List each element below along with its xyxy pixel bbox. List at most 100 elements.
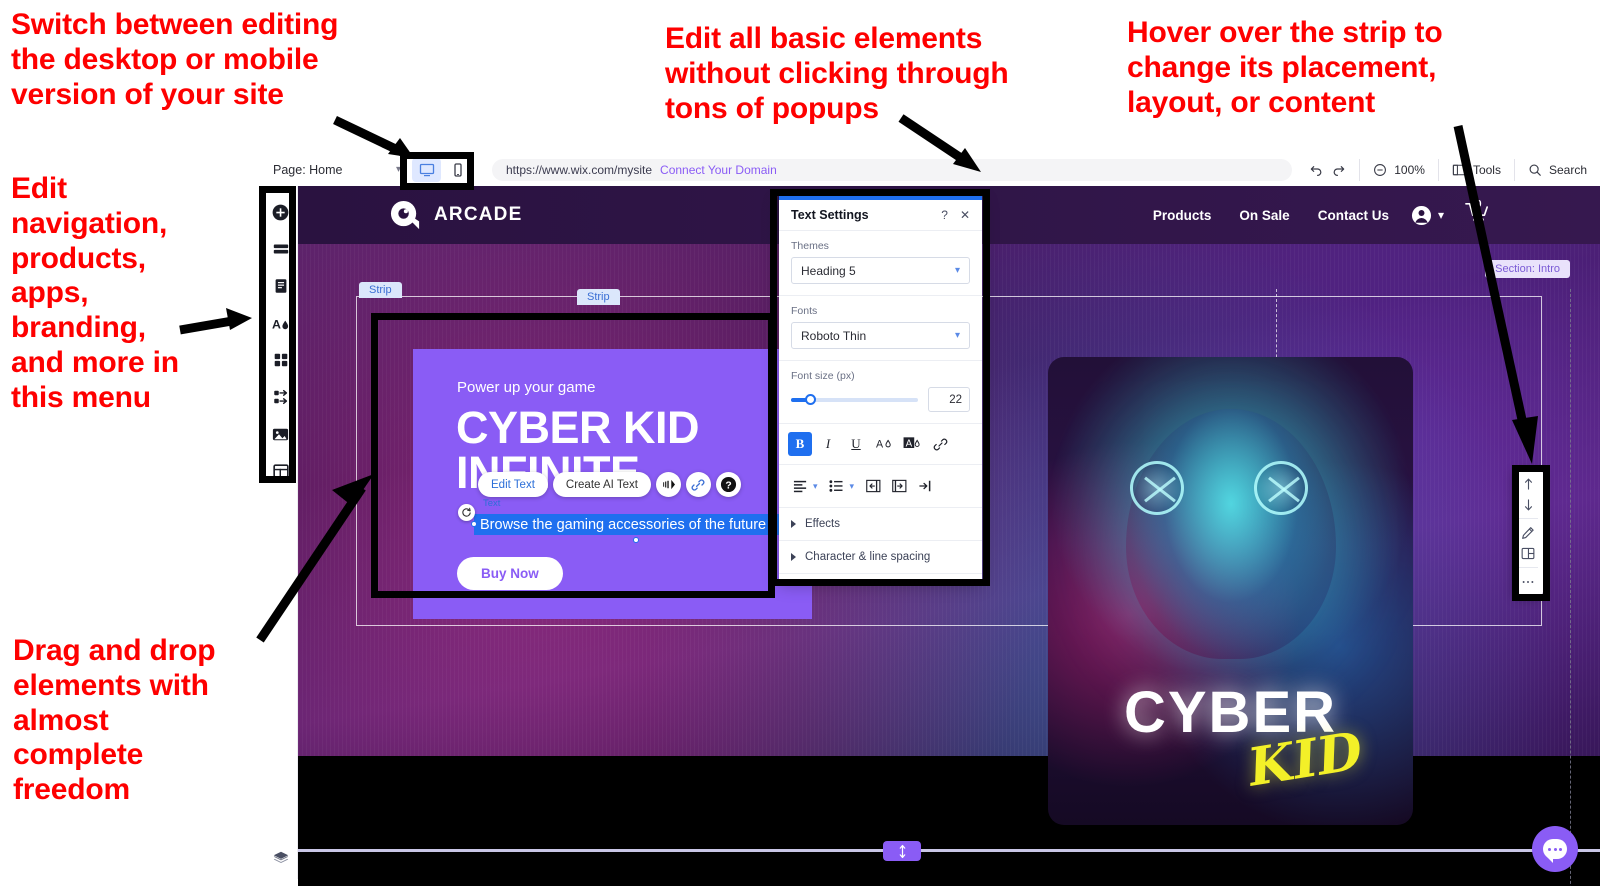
- site-nav: Products On Sale Contact Us: [1153, 208, 1389, 223]
- mobile-view-button[interactable]: [443, 158, 472, 182]
- pencil-icon[interactable]: [1515, 522, 1541, 543]
- cart-button[interactable]: 0: [1464, 199, 1490, 230]
- resize-vertical-icon[interactable]: [883, 841, 921, 861]
- help-icon[interactable]: ?: [715, 472, 741, 497]
- design-icon[interactable]: A: [271, 313, 291, 333]
- bullet-list-icon[interactable]: [825, 474, 849, 498]
- chevron-down-icon[interactable]: ▾: [813, 481, 818, 492]
- site-nav-item-contact-us[interactable]: Contact Us: [1318, 208, 1389, 223]
- themes-label: Themes: [791, 240, 829, 252]
- align-icon[interactable]: [788, 474, 812, 498]
- hero-eyebrow[interactable]: Power up your game: [457, 379, 595, 396]
- layers-icon[interactable]: [272, 849, 290, 872]
- phone-icon: [453, 162, 462, 177]
- annotation-edit-basic-elements: Edit all basic elements without clicking…: [665, 22, 1009, 125]
- tools-menu-button[interactable]: Tools: [1437, 158, 1514, 181]
- help-icon[interactable]: ?: [941, 208, 948, 222]
- media-icon[interactable]: [271, 424, 291, 444]
- zoom-out-icon[interactable]: [1373, 163, 1387, 177]
- svg-text:A: A: [906, 439, 913, 450]
- add-icon[interactable]: [271, 202, 291, 222]
- site-url-text: https://www.wix.com/mysite: [506, 162, 653, 177]
- section-tag[interactable]: Section: Intro: [1485, 260, 1570, 278]
- accordion-character-line-spacing[interactable]: Character & line spacing: [779, 541, 982, 574]
- text-color-icon[interactable]: A: [872, 432, 896, 456]
- highlight-color-icon[interactable]: A: [900, 432, 924, 456]
- site-logo[interactable]: ARCADE: [389, 199, 522, 232]
- font-size-section: Font size (px) 22: [779, 361, 982, 424]
- fonts-value: Roboto Thin: [801, 328, 867, 343]
- business-icon[interactable]: [271, 387, 291, 407]
- selection-handle[interactable]: [633, 537, 639, 543]
- chevron-right-icon: [791, 520, 796, 528]
- themes-select[interactable]: Heading 5 ▾: [791, 257, 970, 284]
- pages-icon[interactable]: [271, 276, 291, 296]
- chevron-right-icon: [791, 553, 796, 561]
- create-ai-text-button[interactable]: Create AI Text: [552, 472, 651, 497]
- more-icon[interactable]: [1515, 571, 1541, 592]
- mask-eye-right: [1254, 461, 1308, 515]
- text-direction-icon[interactable]: [913, 474, 937, 498]
- themes-section: Themes Heading 5 ▾: [779, 231, 982, 296]
- annotation-hover-strip: Hover over the strip to change its place…: [1127, 16, 1443, 119]
- arrow-down-icon[interactable]: [1515, 494, 1541, 515]
- bold-icon[interactable]: B: [788, 432, 812, 456]
- editor-top-bar: Page: Home ▾ https://www.wix.com/mysite …: [257, 153, 1600, 186]
- indent-icon[interactable]: [887, 474, 911, 498]
- chevron-down-icon: ▾: [1437, 208, 1444, 222]
- slider-knob[interactable]: [804, 393, 816, 405]
- link-icon[interactable]: [928, 432, 952, 456]
- paragraph-format-row: ▾ ▾: [779, 465, 982, 508]
- connect-domain-link[interactable]: Connect Your Domain: [660, 163, 777, 177]
- outdent-icon[interactable]: [861, 474, 885, 498]
- underline-icon[interactable]: U: [844, 432, 868, 456]
- character-format-row: B I U A A: [779, 424, 982, 465]
- chevron-down-icon: ▾: [395, 164, 401, 175]
- selection-handle[interactable]: [471, 521, 477, 527]
- chevron-down-icon: ▾: [954, 330, 960, 341]
- chevron-down-icon[interactable]: ▾: [850, 481, 855, 492]
- fonts-select[interactable]: Roboto Thin ▾: [791, 322, 970, 349]
- accordion-spacing-label: Character & line spacing: [805, 551, 931, 563]
- zoom-group[interactable]: 100%: [1359, 158, 1438, 181]
- layout-icon[interactable]: [1515, 543, 1541, 564]
- italic-icon[interactable]: I: [816, 432, 840, 456]
- text-settings-panel[interactable]: Text Settings ? ✕ Themes Heading 5 ▾ Fon…: [779, 196, 982, 581]
- svg-text:?: ?: [725, 480, 731, 491]
- accordion-effects[interactable]: Effects: [779, 508, 982, 541]
- sections-icon[interactable]: [271, 239, 291, 259]
- font-size-slider[interactable]: [791, 393, 918, 405]
- site-nav-item-products[interactable]: Products: [1153, 208, 1212, 223]
- search-icon: [1528, 163, 1542, 177]
- top-bar-actions: 100% Tools Search: [1296, 158, 1600, 182]
- cyber-mask-figure: [1125, 409, 1336, 659]
- element-mini-toolbar: Edit Text Create AI Text ?: [478, 472, 741, 497]
- rotate-icon[interactable]: [458, 504, 475, 521]
- apps-icon[interactable]: [271, 350, 291, 370]
- link-icon[interactable]: [685, 472, 711, 497]
- edit-text-button[interactable]: Edit Text: [478, 472, 548, 497]
- buy-now-button[interactable]: Buy Now: [457, 557, 563, 590]
- search-button[interactable]: Search: [1513, 158, 1600, 181]
- account-menu[interactable]: ▾: [1411, 205, 1444, 226]
- strip-tag[interactable]: Strip: [577, 289, 620, 305]
- chat-bubble-icon[interactable]: [1532, 826, 1578, 872]
- cms-icon[interactable]: [271, 461, 291, 481]
- font-size-input[interactable]: 22: [928, 387, 970, 412]
- site-nav-item-on-sale[interactable]: On Sale: [1239, 208, 1289, 223]
- strip-tag[interactable]: Strip: [359, 282, 402, 298]
- arrow-up-icon[interactable]: [1515, 473, 1541, 494]
- left-tool-rail: A: [264, 186, 298, 879]
- redo-icon[interactable]: [1331, 162, 1346, 177]
- chevron-down-icon: ▾: [954, 265, 960, 276]
- page-selector[interactable]: Page: Home ▾: [273, 163, 401, 177]
- hero-title-line1[interactable]: CYBER KID: [456, 405, 700, 450]
- hero-image[interactable]: CYBER KID: [1048, 357, 1413, 825]
- desktop-view-button[interactable]: [412, 157, 441, 182]
- undo-icon[interactable]: [1309, 162, 1324, 177]
- toolbar-divider: [1518, 518, 1538, 519]
- animation-icon[interactable]: [655, 472, 681, 497]
- close-icon[interactable]: ✕: [960, 208, 970, 222]
- selected-text-element[interactable]: Browse the gaming accessories of the fut…: [474, 514, 797, 535]
- site-url-bar[interactable]: https://www.wix.com/mysite Connect Your …: [492, 158, 1292, 181]
